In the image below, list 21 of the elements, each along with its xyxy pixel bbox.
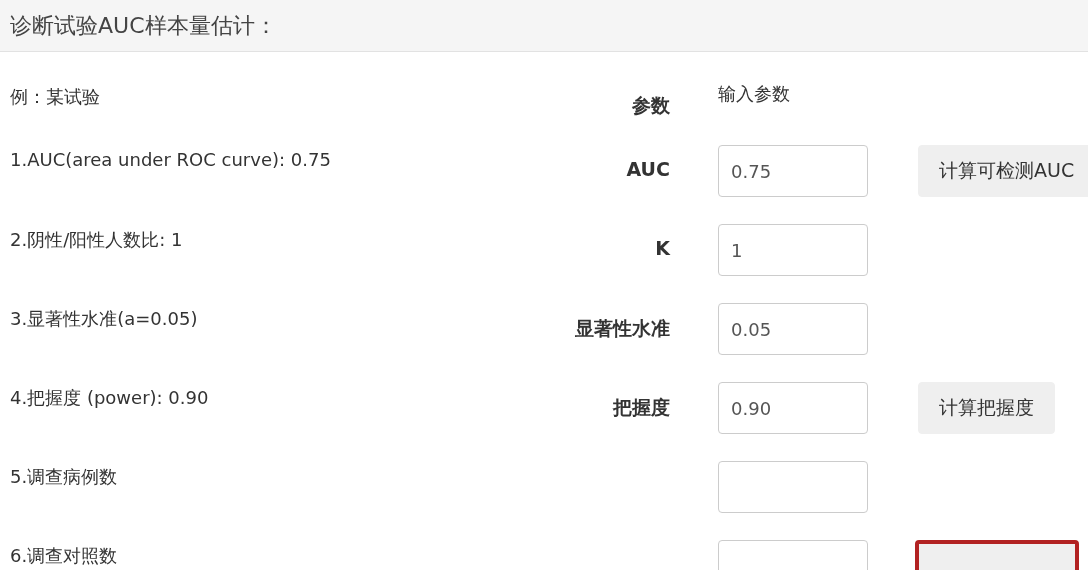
example-text: 3.显著性水准(a=0.05) [10, 307, 198, 331]
input-field[interactable]: 1 [718, 224, 868, 276]
input-field[interactable] [718, 461, 868, 513]
column-heading: 输入参数 [718, 82, 790, 106]
calculate-button[interactable]: 计算把握度 [918, 382, 1055, 434]
example-text: 2.阴性/阳性人数比: 1 [10, 228, 183, 252]
column-heading: 参数 [632, 93, 670, 118]
input-field[interactable]: 0.05 [718, 303, 868, 355]
input-field[interactable]: 0.90 [718, 382, 868, 434]
calculate-button[interactable]: 计算可检测AUC [918, 145, 1088, 197]
page-title: 诊断试验AUC样本量估计： [10, 11, 277, 40]
example-text: 1.AUC(area under ROC curve): 0.75 [10, 149, 331, 170]
example-text: 6.调查对照数 [10, 544, 118, 568]
parameter-label: AUC [626, 158, 670, 180]
example-text: 4.把握度 (power): 0.90 [10, 386, 209, 410]
parameter-label: 把握度 [613, 395, 670, 420]
parameter-label: K [655, 237, 670, 259]
input-field[interactable]: 0.75 [718, 145, 868, 197]
example-text: 5.调查病例数 [10, 465, 118, 489]
parameter-label: 显著性水准 [575, 316, 670, 341]
example-heading: 例：某试验 [10, 85, 100, 109]
